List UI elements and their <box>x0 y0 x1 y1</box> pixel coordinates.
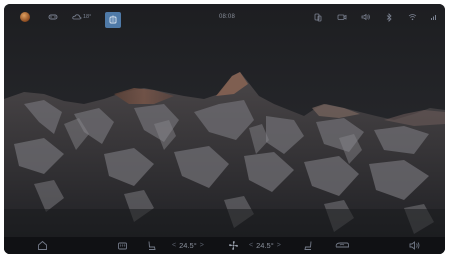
home-icon <box>38 240 47 250</box>
left-temp-value: 24.5° <box>179 241 197 250</box>
volume-icon[interactable] <box>361 4 371 30</box>
home-button[interactable] <box>37 237 48 254</box>
volume-button[interactable] <box>409 237 421 254</box>
left-temp-decrease[interactable]: < <box>172 242 176 249</box>
fan-icon <box>229 241 238 250</box>
active-app-icon <box>109 15 117 24</box>
right-temp-decrease[interactable]: < <box>249 242 253 249</box>
avatar[interactable] <box>20 4 32 30</box>
weather-temp: 18° <box>83 14 92 20</box>
clock: 08:08 <box>218 14 235 20</box>
defrost-button[interactable] <box>117 237 128 254</box>
active-app-tile[interactable] <box>105 12 121 28</box>
left-temp-control[interactable]: < 24.5° > <box>172 237 204 254</box>
dock-volume-icon <box>409 241 420 250</box>
passenger-seat-icon <box>304 241 312 250</box>
passenger-seat-button[interactable] <box>303 237 314 254</box>
weather-icon[interactable]: 18° <box>72 4 91 30</box>
signal-icon <box>430 4 438 30</box>
mountain-wallpaper <box>4 4 445 254</box>
car-link-icon[interactable] <box>48 4 58 30</box>
recirculation-button[interactable] <box>334 237 350 254</box>
bluetooth-icon[interactable] <box>386 4 392 30</box>
bluetooth-phone-icon[interactable] <box>314 4 322 30</box>
driver-seat-icon <box>148 241 156 250</box>
left-temp-increase[interactable]: > <box>200 242 204 249</box>
fan-button[interactable] <box>228 237 239 254</box>
recirculation-icon <box>335 242 349 248</box>
right-temp-value: 24.5° <box>256 241 274 250</box>
driver-seat-button[interactable] <box>146 237 157 254</box>
car-display: 18° 08:08 < 24.5° > < 24.5° > <box>4 4 445 254</box>
defrost-icon <box>118 242 127 250</box>
dashcam-icon[interactable] <box>337 4 347 30</box>
status-bar: 18° 08:08 <box>4 4 445 30</box>
bottom-dock: < 24.5° > < 24.5° > <box>4 237 445 254</box>
right-temp-control[interactable]: < 24.5° > <box>249 237 281 254</box>
right-temp-increase[interactable]: > <box>277 242 281 249</box>
wifi-icon[interactable] <box>408 4 417 30</box>
